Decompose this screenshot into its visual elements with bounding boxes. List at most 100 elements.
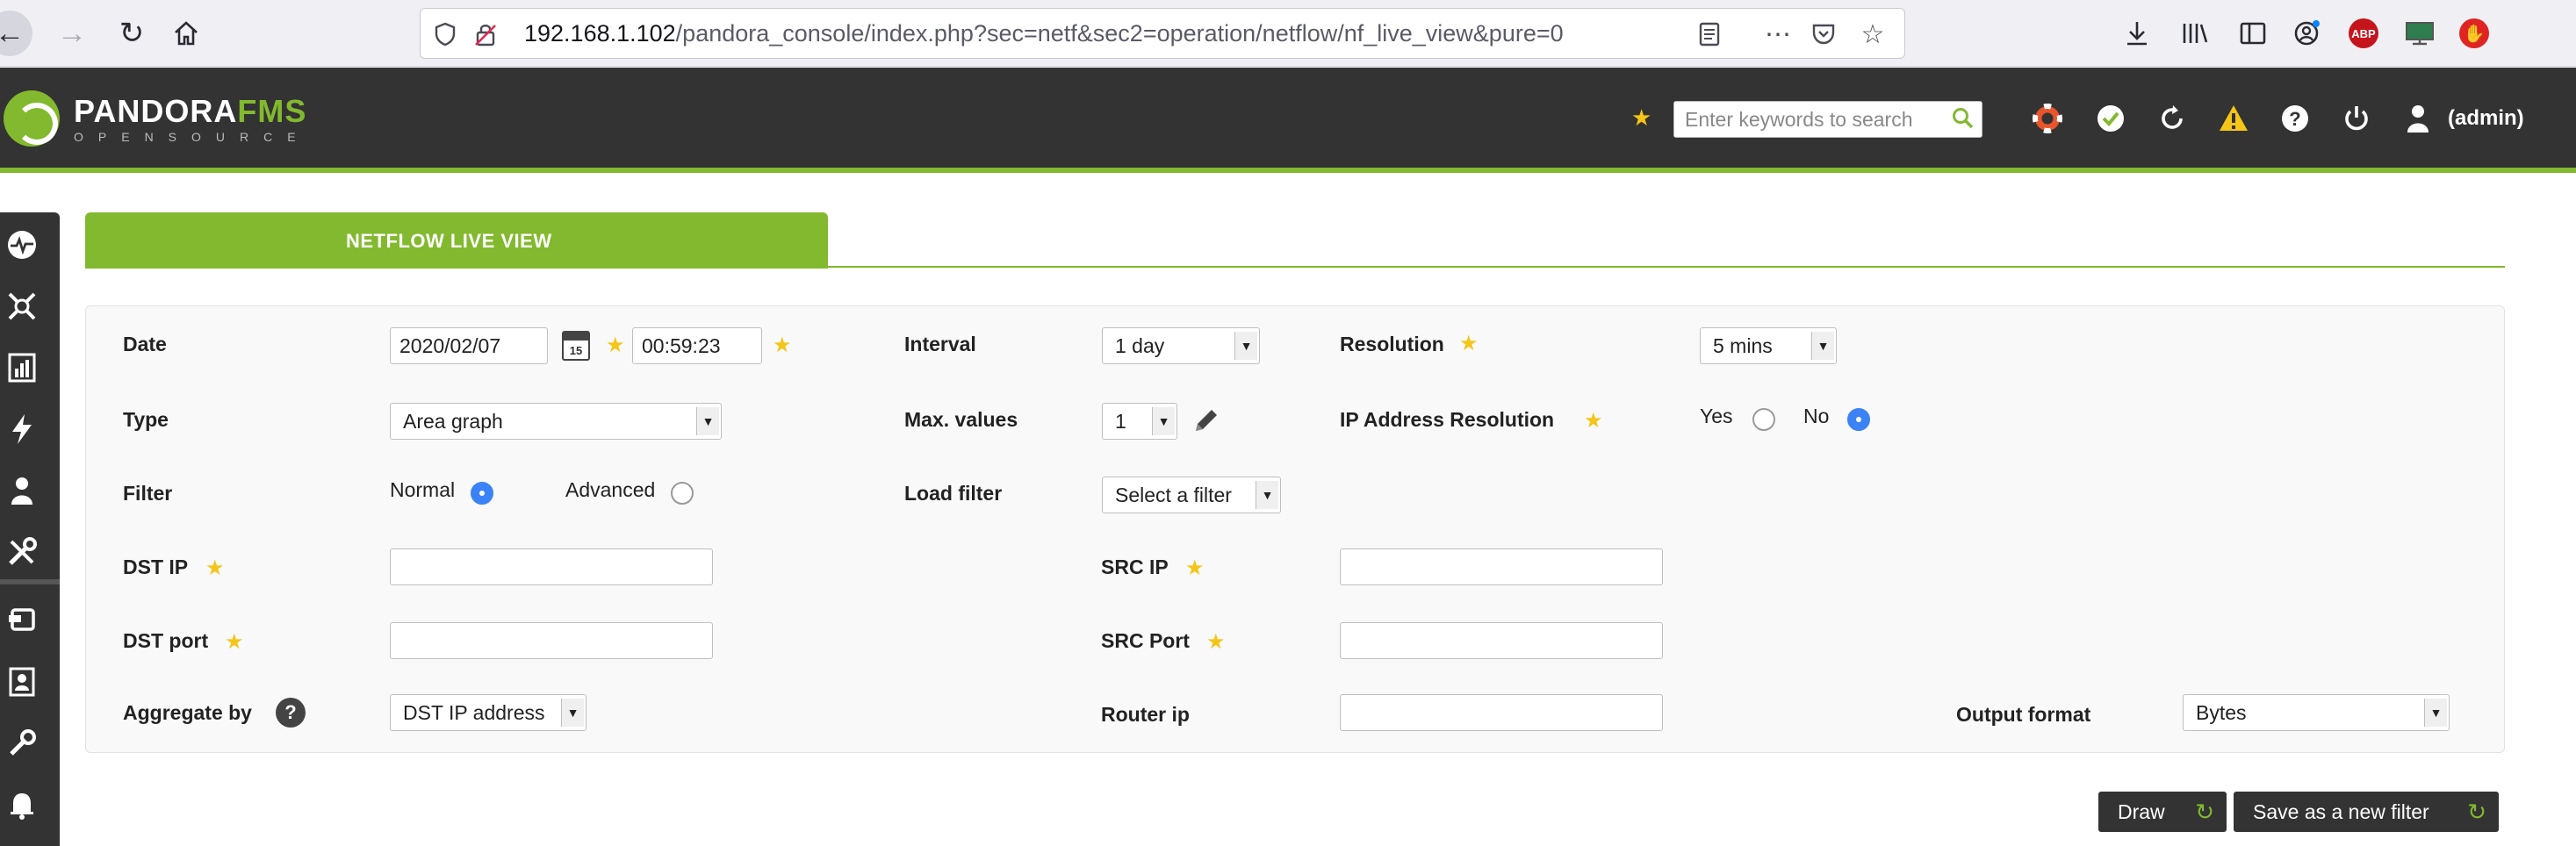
warning-icon[interactable] [2216, 101, 2251, 136]
type-value: Area graph [403, 409, 503, 433]
src-ip-star-icon: ★ [1185, 556, 1205, 580]
shield-icon[interactable] [431, 20, 459, 48]
support-lifebuoy-icon[interactable] [2030, 101, 2065, 136]
resolution-label: Resolution [1340, 333, 1444, 355]
time-input[interactable]: 00:59:23 [632, 327, 762, 364]
search-box[interactable] [1673, 101, 1982, 138]
aggregate-help-icon[interactable]: ? [276, 698, 306, 728]
ip-resolution-yes-radio[interactable] [1752, 408, 1775, 431]
search-icon[interactable] [1952, 107, 1975, 136]
aggregate-by-select[interactable]: DST IP address ▼ [390, 694, 586, 731]
sidebar-item-profiles[interactable] [0, 660, 44, 704]
bookmark-star-icon[interactable]: ☆ [1859, 20, 1887, 49]
library-icon[interactable] [2177, 16, 2213, 51]
resolution-star-icon: ★ [1459, 332, 1479, 355]
more-actions-icon[interactable]: ⋯ [1764, 20, 1792, 49]
refresh-icon[interactable] [2155, 101, 2190, 136]
sidebar-item-setup[interactable] [0, 721, 44, 765]
forward-button[interactable]: → [49, 11, 95, 56]
home-button[interactable] [163, 11, 209, 56]
calendar-icon[interactable]: 15 [562, 331, 590, 361]
favourites-star-icon[interactable]: ★ [1631, 104, 1651, 132]
sidebar-item-alerts[interactable] [0, 783, 44, 827]
normal-label: Normal [390, 478, 456, 501]
date-input[interactable]: 2020/02/07 [390, 327, 548, 364]
interval-select[interactable]: 1 day ▼ [1102, 327, 1260, 364]
screen-extension-icon[interactable] [2402, 16, 2437, 51]
sidebar-toggle-icon[interactable] [2235, 16, 2270, 51]
adblock-label: ABP [2349, 18, 2378, 48]
url-bar[interactable]: 192.168.1.102/pandora_console/index.php?… [420, 8, 1905, 59]
back-button[interactable]: ← [0, 11, 35, 56]
pandora-logo[interactable]: PANDORAFMS OPENSOURCE [4, 90, 311, 147]
url-text[interactable]: 192.168.1.102/pandora_console/index.php?… [524, 20, 1564, 47]
src-port-label: SRC Port [1101, 629, 1190, 652]
reader-view-icon[interactable] [1695, 20, 1723, 48]
search-input[interactable] [1674, 102, 1938, 137]
dst-port-label: DST port [123, 629, 209, 652]
output-format-select[interactable]: Bytes ▼ [2183, 694, 2450, 731]
resolution-value: 5 mins [1713, 333, 1773, 357]
edit-pencil-icon[interactable] [1189, 405, 1222, 442]
sidebar-item-monitoring[interactable] [0, 223, 44, 267]
sidebar-item-reporting[interactable] [0, 346, 44, 390]
resolution-select[interactable]: 5 mins ▼ [1700, 327, 1837, 364]
filter-normal-radio[interactable] [471, 482, 493, 505]
url-path: /pandora_console/index.php?sec=netf&sec2… [675, 20, 1564, 47]
logo-title-fms: FMS [237, 93, 307, 129]
max-values-select[interactable]: 1 ▼ [1102, 403, 1177, 440]
system-ok-icon[interactable] [2093, 101, 2128, 136]
chevron-down-icon: ▼ [1234, 332, 1257, 360]
sidebar-item-events[interactable] [0, 407, 44, 451]
help-icon[interactable]: ? [2277, 101, 2313, 136]
back-arrow-icon: ← [0, 11, 32, 56]
yes-label: Yes [1700, 405, 1733, 427]
sidebar-item-users[interactable] [0, 469, 44, 513]
sidebar-item-tools[interactable] [0, 530, 44, 574]
sidebar-item-discovery[interactable] [0, 599, 44, 642]
forward-arrow-icon: → [57, 16, 87, 50]
load-filter-label: Load filter [904, 482, 1003, 505]
insecure-lock-icon[interactable] [471, 20, 500, 48]
src-port-input[interactable] [1340, 622, 1663, 659]
save-new-filter-button[interactable]: Save as a new filter ↻ [2234, 792, 2499, 832]
lightning-icon [12, 414, 32, 444]
home-icon [175, 21, 198, 46]
ip-resolution-no-radio[interactable] [1847, 408, 1870, 431]
user-icon[interactable] [2400, 101, 2436, 136]
sidebar-item-topology[interactable] [0, 284, 44, 328]
filter-advanced-radio[interactable] [671, 482, 694, 505]
dst-ip-label: DST IP [123, 556, 189, 578]
type-select[interactable]: Area graph ▼ [390, 403, 722, 440]
logout-power-icon[interactable] [2339, 101, 2374, 136]
hand-extension-icon[interactable]: ✋ [2457, 16, 2492, 51]
time-star-icon: ★ [773, 333, 792, 357]
discovery-icon [9, 608, 35, 631]
adblock-icon[interactable]: ABP [2346, 16, 2381, 51]
logo-title-pandora: PANDORA [74, 93, 238, 129]
draw-button[interactable]: Draw ↻ [2098, 792, 2227, 832]
ip-resolution-star-icon: ★ [1584, 409, 1603, 433]
network-map-icon [8, 292, 36, 320]
profile-card-icon [9, 667, 35, 697]
pocket-icon[interactable] [1810, 20, 1838, 48]
output-format-label: Output format [1956, 703, 2091, 726]
dst-port-input[interactable] [390, 622, 713, 659]
src-ip-input[interactable] [1340, 548, 1663, 585]
chevron-down-icon: ▼ [1256, 481, 1278, 509]
user-name[interactable]: (admin) [2448, 106, 2524, 131]
reload-button[interactable]: ↻ [109, 11, 155, 56]
dst-port-star-icon: ★ [225, 630, 244, 654]
dst-ip-input[interactable] [390, 548, 713, 585]
browser-toolbar: ← → ↻ 192.168.1.102/pandora_console/inde… [0, 0, 2576, 67]
main-sidebar [0, 212, 60, 846]
router-ip-input[interactable] [1340, 694, 1663, 731]
date-label: Date [123, 333, 167, 355]
account-icon[interactable] [2290, 16, 2325, 51]
downloads-icon[interactable] [2119, 16, 2155, 51]
advanced-label: Advanced [565, 478, 656, 501]
load-filter-select[interactable]: Select a filter ▼ [1102, 477, 1281, 513]
tab-netflow-live-view[interactable]: NETFLOW LIVE VIEW [85, 212, 828, 269]
wrench-icon [10, 729, 36, 756]
aggregate-by-label: Aggregate by [123, 701, 252, 724]
